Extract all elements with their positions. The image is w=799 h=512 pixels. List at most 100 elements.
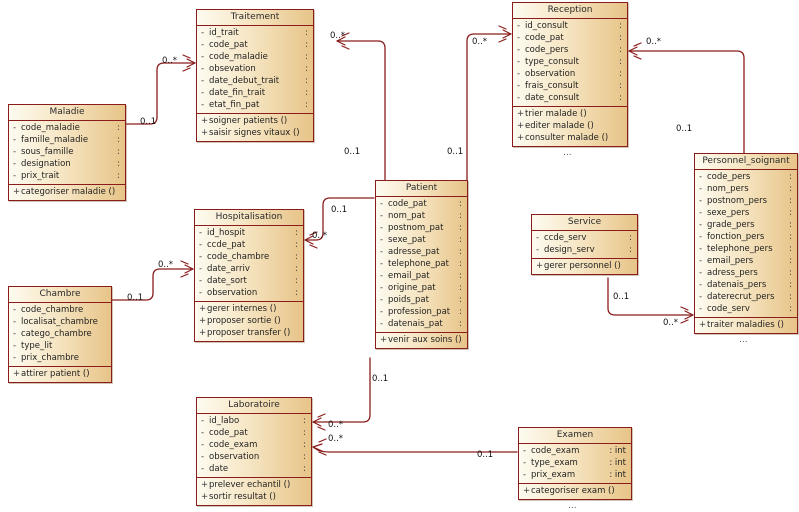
operation-name: venir aux soins () <box>388 335 462 345</box>
attribute-name: code_pat <box>209 40 248 50</box>
uml-class-chambre[interactable]: Chambre - code_chambre - localisat_chambre - c… <box>8 286 112 383</box>
attribute-name: code_exam <box>209 440 258 450</box>
attribute-name: id_labo <box>209 416 240 426</box>
attribute-name: code_serv <box>707 304 750 314</box>
operation-row: +categoriser exam () <box>519 485 631 497</box>
attributes-compartment-service: - ccde_serv: - design_serv: <box>532 231 637 259</box>
visibility-marker: - <box>517 69 521 79</box>
assoc-patient-laboratoire <box>312 357 371 423</box>
attribute-name: code_pers <box>525 45 569 55</box>
visibility-marker: + <box>201 128 209 138</box>
uml-class-traitement[interactable]: Traitement - id_trait: - code_pat: - code_mala… <box>196 9 314 142</box>
class-name-personnel_soignant: Personnel_soignant <box>695 154 797 170</box>
attribute-type: : <box>789 208 792 218</box>
attributes-compartment-laboratoire: - id_labo: - code_pat: - code_exam: - observati… <box>197 414 311 478</box>
assoc-patient-reception <box>466 33 512 181</box>
attribute-row: - date_sort: <box>195 275 303 287</box>
attribute-type: : <box>619 81 622 91</box>
attribute-type: : <box>619 57 622 67</box>
attribute-name: code_pat <box>525 33 564 43</box>
operation-row: +saisir signes vitaux () <box>197 127 313 139</box>
visibility-marker: - <box>699 184 703 194</box>
attribute-type: : int <box>609 458 626 468</box>
attribute-row: - id_trait: <box>197 27 313 39</box>
attribute-name: etat_fin_pat <box>209 100 260 110</box>
attribute-row: - daterecrut_pers: <box>695 291 797 303</box>
visibility-marker: - <box>380 283 384 293</box>
operation-name: sortir resultat () <box>209 492 276 502</box>
attribute-row: - observation: <box>197 451 311 463</box>
visibility-marker: - <box>517 45 521 55</box>
multiplicity-label-m-traitement-star: 0..* <box>162 56 178 66</box>
attribute-name: frais_consult <box>525 81 579 91</box>
attribute-row: - id_hospit: <box>195 227 303 239</box>
visibility-marker: - <box>13 329 17 339</box>
attribute-type: : <box>459 307 462 317</box>
uml-class-hospitalisation[interactable]: Hospitalisation - id_hospit: - ccde_pat: - cod… <box>194 209 304 342</box>
attribute-type: : <box>295 288 298 298</box>
attribute-row: - observation: <box>513 68 627 80</box>
attribute-type: : <box>789 232 792 242</box>
uml-class-laboratoire[interactable]: Laboratoire - id_labo: - code_pat: - code_exam… <box>196 397 312 506</box>
attribute-type: : <box>305 88 308 98</box>
operation-name: editer malade () <box>525 121 594 131</box>
visibility-marker: - <box>380 235 384 245</box>
uml-class-personnel_soignant[interactable]: Personnel_soignant - code_pers: - nom_pers: -… <box>694 153 798 334</box>
assoc-patient-traitement <box>336 40 386 181</box>
uml-class-examen[interactable]: Examen - code_exam: int - type_exam: int - pri… <box>518 427 632 500</box>
uml-class-reception[interactable]: Reception - id_consult: - code_pat: - code_per… <box>512 2 628 147</box>
attribute-type: : <box>303 452 306 462</box>
visibility-marker: - <box>699 244 703 254</box>
visibility-marker: + <box>523 486 531 496</box>
attribute-row: - type_lit <box>9 340 111 352</box>
attribute-name: daterecrut_pers <box>707 292 775 302</box>
visibility-marker: - <box>13 123 17 133</box>
uml-class-service[interactable]: Service - ccde_serv: - design_serv: +gerer pe… <box>531 214 638 275</box>
visibility-marker: - <box>380 319 384 329</box>
uml-class-maladie[interactable]: Maladie - code_maladie: - famille_maladie: - s… <box>8 104 126 201</box>
multiplicity-label-m-patient-trait-1: 0..1 <box>344 147 361 157</box>
attribute-row: - famille_maladie: <box>9 134 125 146</box>
class-name-service: Service <box>532 215 637 231</box>
multiplicity-label-m-labo-star-1: 0..* <box>328 420 344 430</box>
visibility-marker: - <box>380 247 384 257</box>
attribute-name: code_maladie <box>21 123 80 133</box>
visibility-marker: - <box>199 276 203 286</box>
attribute-type: : <box>619 45 622 55</box>
visibility-marker: - <box>13 159 17 169</box>
attribute-name: observation <box>207 288 258 298</box>
attribute-row: - date_consult: <box>513 92 627 104</box>
ellipsis-reception: ... <box>563 148 572 158</box>
multiplicity-label-m-recep-star-2: 0..* <box>646 37 662 47</box>
visibility-marker: - <box>699 304 703 314</box>
attribute-name: designation <box>21 159 71 169</box>
attribute-name: id_hospit <box>207 228 246 238</box>
attribute-name: datenais_pat <box>388 319 443 329</box>
visibility-marker: - <box>201 440 205 450</box>
visibility-marker: - <box>699 280 703 290</box>
visibility-marker: - <box>199 288 203 298</box>
attribute-row: - code_serv: <box>695 303 797 315</box>
attribute-type: : <box>459 199 462 209</box>
multiplicity-label-m-recep-star: 0..* <box>472 37 488 47</box>
visibility-marker: + <box>517 109 525 119</box>
attribute-type: : <box>619 33 622 43</box>
class-name-traitement: Traitement <box>197 10 313 26</box>
operation-row: +soigner patients () <box>197 115 313 127</box>
operation-name: soigner patients () <box>209 116 288 126</box>
visibility-marker: - <box>699 196 703 206</box>
attribute-type: : <box>459 295 462 305</box>
attribute-name: ccde_serv <box>544 233 587 243</box>
multiplicity-label-m-examen-1: 0..1 <box>477 450 494 460</box>
attribute-row: - frais_consult: <box>513 80 627 92</box>
operation-row: +attirer patient () <box>9 368 111 380</box>
visibility-marker: - <box>201 52 205 62</box>
attribute-type: : <box>303 464 306 474</box>
attribute-name: sous_famille <box>21 147 74 157</box>
attributes-compartment-patient: - code_pat: - nom_pat: - postnom_pat: - sexe_pa… <box>376 197 467 333</box>
attribute-name: id_trait <box>209 28 239 38</box>
attribute-row: - prix_trait: <box>9 170 125 182</box>
uml-class-patient[interactable]: Patient - code_pat: - nom_pat: - postnom_pat: -… <box>375 180 468 349</box>
attribute-type: : <box>459 283 462 293</box>
attribute-name: date_sort <box>207 276 247 286</box>
